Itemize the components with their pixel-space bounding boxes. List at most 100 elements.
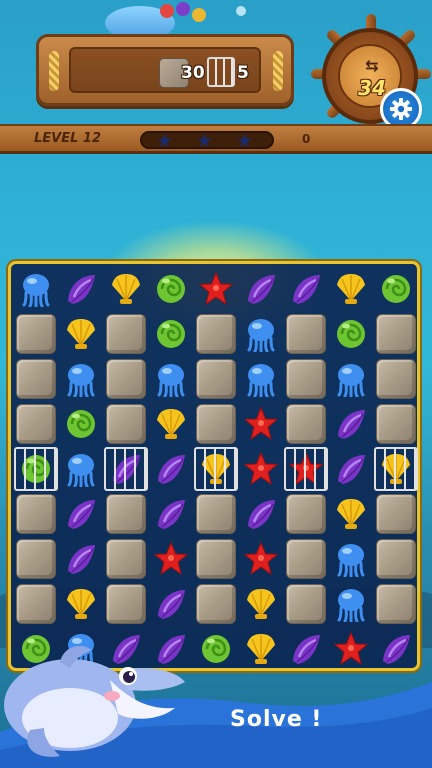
jellyfish-tile[interactable] xyxy=(329,537,373,581)
rock-block xyxy=(286,539,326,579)
purple-shell-tile[interactable] xyxy=(239,492,283,536)
rock-tile[interactable] xyxy=(284,312,328,356)
purple-shell-tile[interactable] xyxy=(329,447,373,491)
jellyfish-tile[interactable] xyxy=(149,357,193,401)
rock-block xyxy=(106,314,146,354)
red-starfish-tile[interactable] xyxy=(194,267,238,311)
rock-tile[interactable] xyxy=(194,492,238,536)
yellow-scallop-tile[interactable] xyxy=(149,402,193,446)
rock-tile[interactable] xyxy=(104,312,148,356)
purple-shell-tile[interactable] xyxy=(239,267,283,311)
rock-tile[interactable] xyxy=(104,402,148,446)
jellyfish-tile[interactable] xyxy=(14,267,58,311)
rock-tile[interactable] xyxy=(194,312,238,356)
jellyfish-tile[interactable] xyxy=(59,357,103,401)
yellow-scallop-tile[interactable] xyxy=(239,582,283,626)
rock-tile[interactable] xyxy=(14,402,58,446)
jellyfish-icon xyxy=(67,454,95,487)
purple-shell-icon xyxy=(248,275,275,304)
yellow-scallop-tile[interactable] xyxy=(329,267,373,311)
rock-tile[interactable] xyxy=(14,537,58,581)
rock-tile[interactable] xyxy=(374,402,418,446)
rock-tile[interactable] xyxy=(194,402,238,446)
purple-shell-icon xyxy=(68,500,95,529)
yellow-scallop-tile[interactable] xyxy=(59,312,103,356)
rock-tile[interactable] xyxy=(374,537,418,581)
rock-block xyxy=(286,584,326,624)
yellow-scallop-tile[interactable] xyxy=(104,267,148,311)
rock-tile[interactable] xyxy=(14,357,58,401)
rock-tile[interactable] xyxy=(284,537,328,581)
red-starfish-tile[interactable] xyxy=(329,627,373,671)
red-starfish-icon xyxy=(198,271,234,306)
green-snail-icon xyxy=(157,275,185,303)
red-starfish-tile[interactable] xyxy=(239,447,283,491)
rock-block xyxy=(286,494,326,534)
purple-shell-icon xyxy=(158,455,185,484)
rock-block xyxy=(376,584,416,624)
rock-tile[interactable] xyxy=(284,492,328,536)
red-starfish-tile[interactable] xyxy=(149,537,193,581)
purple-shell-tile[interactable] xyxy=(59,267,103,311)
rock-block xyxy=(376,404,416,444)
green-snail-tile[interactable] xyxy=(329,312,373,356)
red-starfish-tile[interactable] xyxy=(239,537,283,581)
rock-tile[interactable] xyxy=(374,357,418,401)
yellow-scallop-tile[interactable] xyxy=(374,447,418,491)
rock-tile[interactable] xyxy=(104,537,148,581)
red-starfish-tile[interactable] xyxy=(239,402,283,446)
jellyfish-icon xyxy=(337,544,365,577)
yellow-scallop-icon xyxy=(337,274,365,304)
rock-tile[interactable] xyxy=(374,582,418,626)
coral-decoration xyxy=(192,8,206,22)
game-scene: 30 5 ⇆ 34 LEVEL 12 ★ ★ ★ 0 Solve ! xyxy=(0,0,432,768)
jellyfish-tile[interactable] xyxy=(239,357,283,401)
rock-tile[interactable] xyxy=(14,492,58,536)
yellow-scallop-tile[interactable] xyxy=(239,627,283,671)
rock-tile[interactable] xyxy=(284,582,328,626)
purple-shell-tile[interactable] xyxy=(59,492,103,536)
progress-star-icon: ★ xyxy=(236,130,254,152)
jellyfish-tile[interactable] xyxy=(239,312,283,356)
solve-caption: Solve ! xyxy=(230,707,323,732)
purple-shell-tile[interactable] xyxy=(149,447,193,491)
purple-shell-tile[interactable] xyxy=(374,627,418,671)
coral-decoration xyxy=(176,2,190,16)
score-progress-bar: ★ ★ ★ xyxy=(140,130,274,152)
cage-overlay xyxy=(14,447,58,491)
rock-tile[interactable] xyxy=(194,537,238,581)
rock-tile[interactable] xyxy=(104,492,148,536)
purple-shell-tile[interactable] xyxy=(59,537,103,581)
green-snail-tile[interactable] xyxy=(149,312,193,356)
rock-tile[interactable] xyxy=(374,492,418,536)
purple-shell-tile[interactable] xyxy=(284,627,328,671)
yellow-scallop-tile[interactable] xyxy=(329,492,373,536)
rock-tile[interactable] xyxy=(194,357,238,401)
green-snail-tile[interactable] xyxy=(374,267,418,311)
rock-tile[interactable] xyxy=(14,312,58,356)
purple-shell-tile[interactable] xyxy=(329,402,373,446)
rock-tile[interactable] xyxy=(104,357,148,401)
yellow-scallop-icon xyxy=(112,274,140,304)
purple-shell-tile[interactable] xyxy=(104,447,148,491)
red-starfish-tile[interactable] xyxy=(284,447,328,491)
red-starfish-icon xyxy=(243,406,279,441)
purple-shell-tile[interactable] xyxy=(284,267,328,311)
green-snail-tile[interactable] xyxy=(59,402,103,446)
purple-shell-tile[interactable] xyxy=(149,492,193,536)
rock-tile[interactable] xyxy=(284,357,328,401)
jellyfish-tile[interactable] xyxy=(329,357,373,401)
jellyfish-tile[interactable] xyxy=(59,447,103,491)
score-value: 0 xyxy=(302,132,311,146)
jellyfish-tile[interactable] xyxy=(329,582,373,626)
green-snail-tile[interactable] xyxy=(194,627,238,671)
rock-tile[interactable] xyxy=(194,582,238,626)
green-snail-tile[interactable] xyxy=(149,267,193,311)
jellyfish-icon xyxy=(337,364,365,397)
rock-block xyxy=(106,404,146,444)
rock-tile[interactable] xyxy=(374,312,418,356)
green-snail-tile[interactable] xyxy=(14,447,58,491)
yellow-scallop-icon xyxy=(157,409,185,439)
rock-tile[interactable] xyxy=(284,402,328,446)
yellow-scallop-tile[interactable] xyxy=(194,447,238,491)
